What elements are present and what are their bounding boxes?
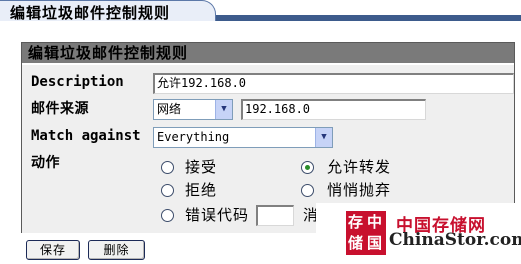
chevron-down-icon[interactable]: ▼ (315, 128, 332, 147)
chevron-down-icon[interactable]: ▼ (215, 100, 232, 119)
radio-error-code[interactable] (161, 209, 174, 222)
seal-char: 国 (367, 234, 383, 252)
seal-char: 中 (367, 213, 383, 231)
source-label: 邮件来源 (31, 101, 89, 117)
match-label: Match against (31, 128, 141, 144)
description-input[interactable]: 允许192.168.0 (153, 73, 514, 94)
radio-error-code-label: 错误代码 (185, 206, 250, 224)
delete-button[interactable]: 删除 (88, 240, 145, 260)
seal-char: 存 (348, 213, 364, 231)
tab-bar: 编辑垃圾邮件控制规则 (0, 0, 521, 22)
radio-silent-drop[interactable] (301, 184, 314, 197)
save-button[interactable]: 保存 (26, 240, 80, 260)
panel-title: 编辑垃圾邮件控制规则 (22, 43, 514, 63)
seal-char: 储 (348, 234, 364, 252)
radio-silent-drop-label: 悄悄抛弃 (327, 181, 392, 199)
chinastor-watermark: 存 中 储 国 中国存储网 ChinaStor.com (316, 203, 521, 264)
radio-accept-label: 接受 (185, 158, 218, 176)
match-value: Everything (157, 130, 230, 144)
radio-allow-forward[interactable] (301, 161, 314, 174)
source-value-input[interactable]: 192.168.0 (241, 99, 426, 120)
source-type-select[interactable]: 网络 ▼ (153, 99, 233, 120)
radio-reject[interactable] (161, 184, 174, 197)
radio-reject-label: 拒绝 (185, 181, 218, 199)
action-label: 动作 (31, 155, 60, 171)
tab-edit-spam-rule[interactable]: 编辑垃圾邮件控制规则 (0, 0, 216, 22)
watermark-en-text: ChinaStor.com (389, 230, 521, 250)
description-label: Description (31, 74, 124, 90)
radio-accept[interactable] (161, 161, 174, 174)
source-type-value: 网络 (157, 102, 182, 116)
error-code-input[interactable] (256, 205, 294, 226)
chinastor-seal-logo: 存 中 储 国 (346, 211, 386, 255)
match-select[interactable]: Everything ▼ (153, 127, 333, 148)
radio-allow-forward-label: 允许转发 (327, 158, 392, 176)
